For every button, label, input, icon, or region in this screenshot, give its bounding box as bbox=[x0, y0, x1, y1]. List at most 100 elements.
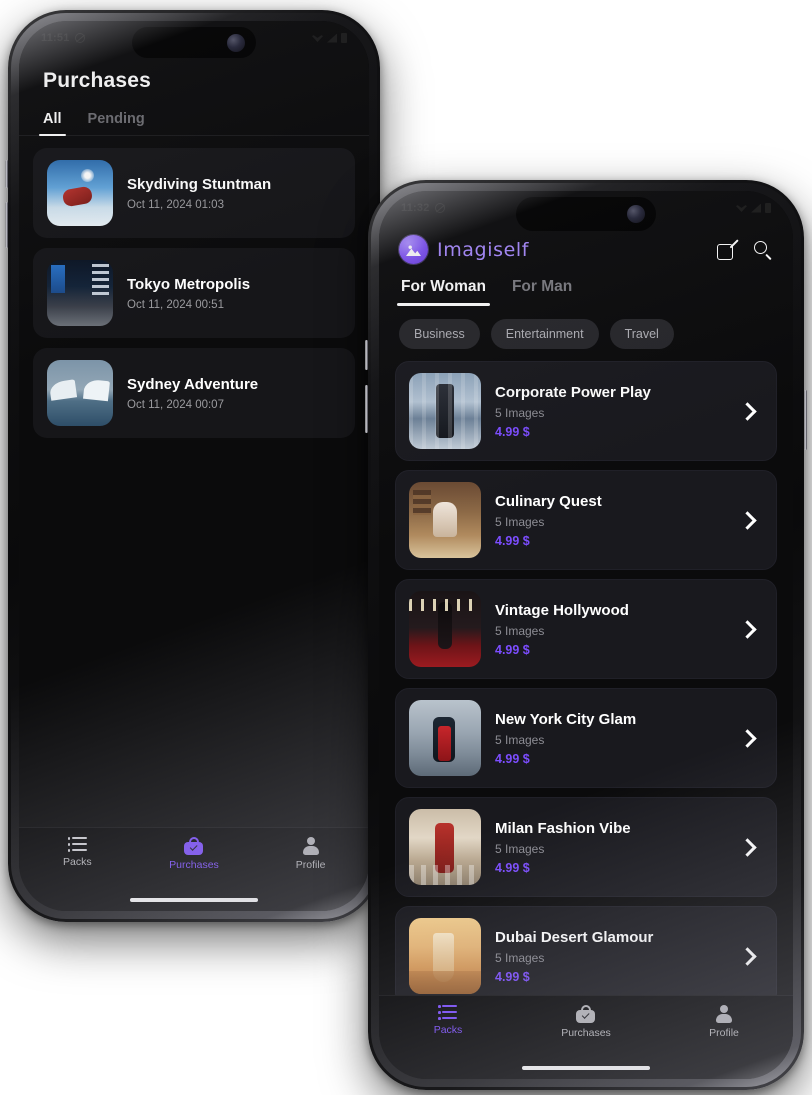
pack-thumbnail bbox=[409, 591, 481, 667]
front-camera-icon bbox=[227, 33, 245, 52]
pack-card[interactable]: Corporate Power Play 5 Images 4.99 $ bbox=[395, 361, 777, 461]
nav-item-profile[interactable]: Profile bbox=[253, 837, 369, 871]
pack-card[interactable]: Culinary Quest 5 Images 4.99 $ bbox=[395, 470, 777, 570]
status-time: 11:51 bbox=[41, 32, 70, 44]
pack-title: Culinary Quest bbox=[495, 492, 602, 510]
front-bottom-nav: Packs Purchases Profile bbox=[379, 995, 793, 1057]
pack-price: 4.99 $ bbox=[495, 860, 530, 875]
front-camera-icon bbox=[627, 205, 645, 223]
pack-title: Milan Fashion Vibe bbox=[495, 819, 631, 837]
volume-down-button[interactable] bbox=[5, 202, 8, 248]
nav-label-profile: Profile bbox=[709, 1027, 739, 1039]
chip-entertainment[interactable]: Entertainment bbox=[490, 319, 599, 349]
nav-label-packs: Packs bbox=[433, 1024, 463, 1036]
do-not-disturb-icon bbox=[434, 203, 445, 213]
purchase-row[interactable]: Sydney Adventure Oct 11, 2024 00:07 bbox=[33, 348, 355, 438]
power-button[interactable] bbox=[804, 390, 807, 450]
back-home-indicator[interactable] bbox=[19, 889, 369, 911]
battery-icon bbox=[765, 203, 771, 213]
packs-list: Corporate Power Play 5 Images 4.99 $ Cul… bbox=[379, 349, 793, 995]
pack-price: 4.99 $ bbox=[495, 751, 530, 766]
nav-label-purchases: Purchases bbox=[561, 1027, 611, 1039]
purchase-date: Oct 11, 2024 01:03 bbox=[127, 198, 224, 211]
page-title: Purchases bbox=[43, 69, 152, 92]
volume-up-button[interactable] bbox=[365, 340, 368, 370]
pack-title: Dubai Desert Glamour bbox=[495, 928, 654, 946]
compose-edit-icon[interactable] bbox=[717, 238, 739, 260]
volume-down-button[interactable] bbox=[365, 385, 368, 433]
purchase-title: Tokyo Metropolis bbox=[127, 275, 251, 293]
back-phone-screen: 11:51 Purchases All Pending Skydiving St… bbox=[19, 21, 369, 911]
pack-thumbnail bbox=[409, 918, 481, 994]
nav-label-profile: Profile bbox=[295, 859, 326, 871]
chevron-right-icon bbox=[738, 946, 757, 966]
pack-card[interactable]: Dubai Desert Glamour 5 Images 4.99 $ bbox=[395, 906, 777, 995]
wifi-icon bbox=[312, 35, 323, 42]
nav-item-packs[interactable]: Packs bbox=[20, 837, 136, 868]
pack-image-count: 5 Images bbox=[495, 623, 545, 638]
front-home-indicator[interactable] bbox=[379, 1057, 793, 1079]
nav-item-packs[interactable]: Packs bbox=[380, 1005, 517, 1036]
pack-image-count: 5 Images bbox=[495, 841, 545, 856]
purchase-row[interactable]: Skydiving Stuntman Oct 11, 2024 01:03 bbox=[33, 148, 355, 238]
pack-card[interactable]: New York City Glam 5 Images 4.99 $ bbox=[395, 688, 777, 788]
pack-price: 4.99 $ bbox=[495, 969, 530, 984]
purchase-thumbnail bbox=[47, 160, 113, 226]
pack-title: New York City Glam bbox=[495, 710, 637, 728]
back-status-bar: 11:51 bbox=[19, 21, 369, 58]
purchase-thumbnail bbox=[47, 260, 113, 326]
chip-travel[interactable]: Travel bbox=[609, 319, 674, 349]
app-bar-actions bbox=[717, 238, 773, 261]
pack-card[interactable]: Milan Fashion Vibe 5 Images 4.99 $ bbox=[395, 797, 777, 897]
purchase-title: Sydney Adventure bbox=[127, 375, 259, 393]
tab-for-woman[interactable]: For Woman bbox=[397, 278, 490, 306]
purchases-list: Skydiving Stuntman Oct 11, 2024 01:03 To… bbox=[19, 136, 369, 438]
pack-thumbnail bbox=[409, 482, 481, 558]
person-icon bbox=[715, 1005, 733, 1023]
nav-item-profile[interactable]: Profile bbox=[656, 1005, 793, 1039]
pack-price: 4.99 $ bbox=[495, 424, 530, 439]
dynamic-island bbox=[516, 197, 656, 231]
pack-title: Corporate Power Play bbox=[495, 383, 651, 401]
purchase-date: Oct 11, 2024 00:51 bbox=[127, 298, 224, 311]
pack-image-count: 5 Images bbox=[495, 950, 545, 965]
chevron-right-icon bbox=[738, 401, 757, 421]
chip-business[interactable]: Business bbox=[399, 319, 480, 349]
wifi-icon bbox=[736, 205, 747, 212]
purchase-row[interactable]: Tokyo Metropolis Oct 11, 2024 00:51 bbox=[33, 248, 355, 338]
battery-icon bbox=[341, 33, 347, 43]
tab-for-man[interactable]: For Man bbox=[512, 278, 572, 306]
person-icon bbox=[302, 837, 320, 855]
pack-image-count: 5 Images bbox=[495, 732, 545, 747]
purchase-thumbnail bbox=[47, 360, 113, 426]
brand: Imagiself bbox=[399, 235, 529, 264]
pack-card[interactable]: Vintage Hollywood 5 Images 4.99 $ bbox=[395, 579, 777, 679]
front-status-bar: 11:32 bbox=[379, 191, 793, 231]
volume-up-button[interactable] bbox=[5, 160, 8, 188]
nav-item-purchases[interactable]: Purchases bbox=[136, 837, 252, 871]
chevron-right-icon bbox=[738, 510, 757, 530]
front-phone-device: 11:32 Imagiself For Woman For Man Busine… bbox=[365, 180, 807, 1090]
back-phone-device: 11:51 Purchases All Pending Skydiving St… bbox=[5, 10, 380, 922]
nav-item-purchases[interactable]: Purchases bbox=[518, 1005, 655, 1039]
back-tab-bar: All Pending bbox=[19, 93, 369, 136]
screenshot-stage: 11:51 Purchases All Pending Skydiving St… bbox=[0, 0, 812, 1095]
chevron-right-icon bbox=[738, 837, 757, 857]
tab-all[interactable]: All bbox=[39, 111, 65, 136]
pack-thumbnail bbox=[409, 373, 481, 449]
nav-label-packs: Packs bbox=[63, 856, 92, 868]
pack-price: 4.99 $ bbox=[495, 533, 530, 548]
list-icon bbox=[67, 837, 87, 852]
back-app-body: Purchases All Pending Skydiving Stuntman… bbox=[19, 55, 369, 827]
do-not-disturb-icon bbox=[74, 33, 85, 43]
search-icon[interactable] bbox=[753, 240, 773, 261]
pack-image-count: 5 Images bbox=[495, 514, 545, 529]
front-app-body: Imagiself For Woman For Man Business Ent… bbox=[379, 225, 793, 995]
back-phone-app: 11:51 Purchases All Pending Skydiving St… bbox=[19, 21, 369, 911]
list-icon bbox=[438, 1005, 458, 1020]
tab-pending[interactable]: Pending bbox=[88, 111, 145, 136]
pack-price: 4.99 $ bbox=[495, 642, 530, 657]
back-bottom-nav: Packs Purchases Profile bbox=[19, 827, 369, 889]
image-mountain-icon bbox=[399, 235, 428, 264]
category-chips: Business Entertainment Travel bbox=[379, 306, 793, 349]
